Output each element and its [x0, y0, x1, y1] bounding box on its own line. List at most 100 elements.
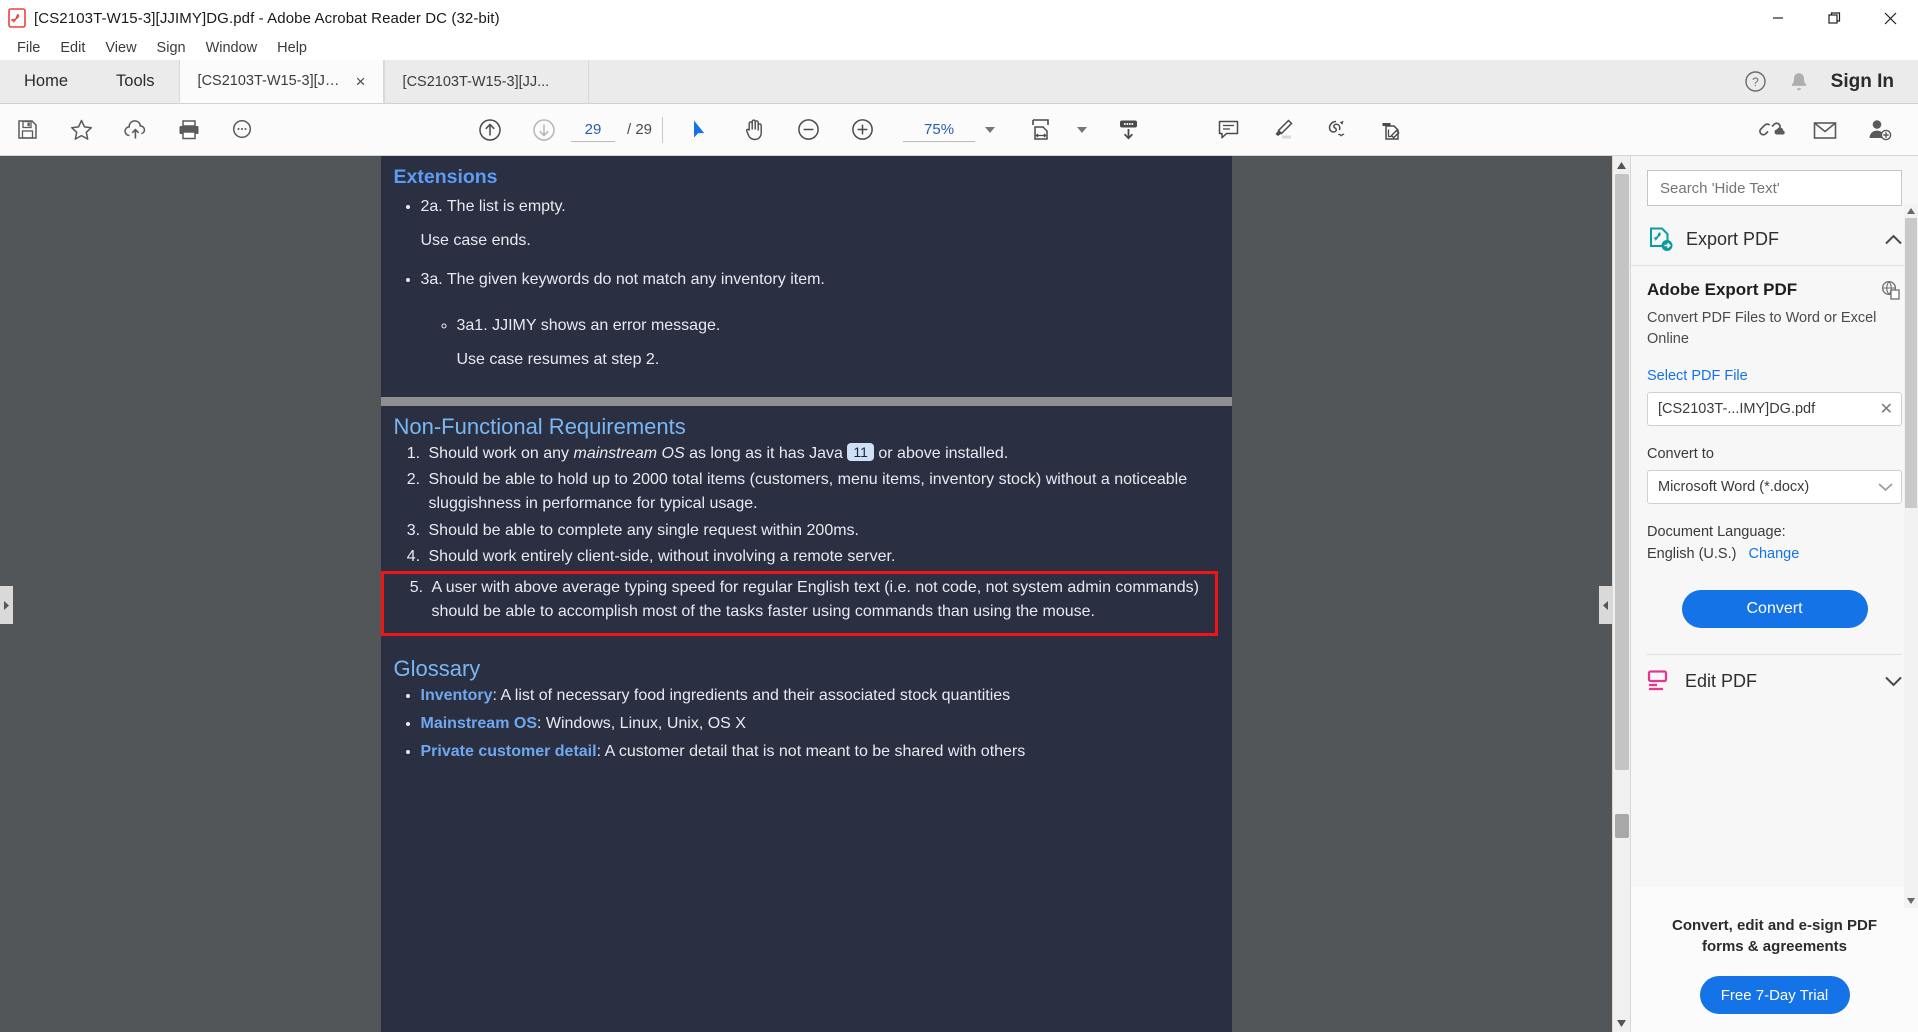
- chevron-down-icon[interactable]: [1885, 676, 1902, 687]
- glossary-definition: : A list of necessary food ingredients a…: [492, 686, 1011, 704]
- save-icon[interactable]: [0, 104, 54, 156]
- list-item: A user with above average typing speed f…: [428, 576, 1215, 625]
- menu-view[interactable]: View: [95, 37, 146, 59]
- notification-bell-icon[interactable]: [1789, 71, 1809, 93]
- chevron-down-icon[interactable]: [1077, 126, 1088, 133]
- select-pdf-file-link[interactable]: Select PDF File: [1647, 368, 1902, 384]
- menu-help[interactable]: Help: [267, 37, 317, 59]
- search-input[interactable]: [1647, 170, 1902, 206]
- highlight-annotation-rectangle[interactable]: A user with above average typing speed f…: [380, 571, 1218, 636]
- tab-tools[interactable]: Tools: [92, 60, 179, 103]
- restore-button[interactable]: [1806, 0, 1862, 36]
- help-icon[interactable]: ?: [1744, 70, 1767, 93]
- email-icon[interactable]: [1798, 104, 1852, 156]
- zoom-out-icon[interactable]: [781, 104, 835, 156]
- glossary-heading: Glossary: [393, 655, 481, 681]
- tab-strip: Home Tools [CS2103T-W15-3][JJ... × [CS21…: [0, 60, 1918, 104]
- menu-sign[interactable]: Sign: [147, 37, 196, 59]
- fit-page-width-icon[interactable]: [1013, 104, 1067, 156]
- sign-pen-icon[interactable]: [1309, 104, 1363, 156]
- sidebar-scroll-down-icon[interactable]: [1904, 894, 1918, 908]
- menu-window[interactable]: Window: [196, 37, 268, 59]
- page-number-input[interactable]: [571, 117, 615, 142]
- hand-pan-icon[interactable]: [727, 104, 781, 156]
- chevron-down-icon[interactable]: [985, 126, 996, 133]
- convert-button[interactable]: Convert: [1681, 590, 1868, 629]
- star-icon[interactable]: [54, 104, 108, 156]
- tab-home[interactable]: Home: [0, 60, 92, 103]
- search-text-icon[interactable]: [216, 104, 270, 156]
- cursor-select-icon[interactable]: [673, 104, 727, 156]
- toolbar-divider: [662, 116, 664, 143]
- toolbar-right-group: [1744, 104, 1918, 156]
- zoom-level-input[interactable]: [903, 117, 976, 142]
- upload-cloud-icon[interactable]: [108, 104, 162, 156]
- sidebar-scrollbar-track[interactable]: [1904, 218, 1918, 894]
- show-right-pane-arrow[interactable]: [1599, 586, 1612, 624]
- close-button[interactable]: [1862, 0, 1918, 36]
- export-pdf-panel-header[interactable]: Export PDF: [1631, 214, 1918, 266]
- toolbar-page-nav-group: / 29: [463, 104, 673, 156]
- menu-file[interactable]: File: [7, 37, 50, 59]
- add-person-icon[interactable]: [1852, 104, 1906, 156]
- free-trial-button[interactable]: Free 7-Day Trial: [1699, 976, 1850, 1014]
- glossary-term: Private customer detail: [420, 743, 597, 761]
- document-tab-label: [CS2103T-W15-3][JJ...: [402, 73, 550, 90]
- nfr-1-mid: as long as it has Java: [684, 444, 848, 462]
- show-left-pane-arrow[interactable]: [0, 586, 13, 624]
- viewer-body: Extensions 2a. The list is empty. Use ca…: [0, 156, 1918, 1032]
- scrollbar-track[interactable]: [1612, 174, 1631, 1014]
- document-viewport[interactable]: Extensions 2a. The list is empty. Use ca…: [0, 156, 1612, 1032]
- document-tab-label: [CS2103T-W15-3][JJ...: [197, 73, 343, 89]
- scroll-down-arrow-icon[interactable]: [1612, 1014, 1631, 1032]
- document-language-label: Document Language:: [1647, 524, 1786, 541]
- minimize-button[interactable]: [1750, 0, 1806, 36]
- share-link-icon[interactable]: [1744, 104, 1798, 156]
- convert-to-select[interactable]: Microsoft Word (*.docx): [1647, 470, 1902, 505]
- sign-in-button[interactable]: Sign In: [1831, 71, 1894, 93]
- document-language-row: English (U.S.) Change: [1647, 546, 1902, 562]
- glossary-term: Mainstream OS: [420, 715, 537, 733]
- sidebar-scrollbar[interactable]: [1904, 204, 1918, 908]
- document-scrollbar[interactable]: [1612, 156, 1631, 1032]
- arrow-up-circle-icon[interactable]: [463, 104, 517, 156]
- document-tab-active[interactable]: [CS2103T-W15-3][JJ... ×: [178, 60, 384, 103]
- scroll-up-arrow-icon[interactable]: [1612, 156, 1631, 174]
- sidebar-scrollbar-thumb[interactable]: [1905, 218, 1917, 508]
- promo-panel: Convert, edit and e-sign PDF forms & agr…: [1631, 886, 1918, 1032]
- copy-web-icon[interactable]: [1880, 280, 1902, 300]
- acrobat-reader-window: [CS2103T-W15-3][JJIMY]DG.pdf - Adobe Acr…: [0, 0, 1918, 1032]
- menu-edit[interactable]: Edit: [50, 37, 95, 59]
- java-version-badge: 11: [847, 442, 874, 461]
- remove-file-icon[interactable]: ✕: [1880, 399, 1893, 419]
- scrollbar-position-marker[interactable]: [1614, 814, 1629, 838]
- glossary-term: Inventory: [420, 686, 493, 704]
- sidebar-search-wrapper: [1631, 156, 1918, 214]
- chevron-up-icon[interactable]: [1885, 234, 1902, 245]
- extensions-list-2: 3a. The given keywords do not match any …: [381, 268, 1232, 339]
- page-scroll-down-icon[interactable]: [1101, 104, 1155, 156]
- scrollbar-thumb[interactable]: [1614, 174, 1629, 770]
- list-item: Private customer detail: A customer deta…: [421, 740, 1232, 764]
- list-item: 2a. The list is empty.: [421, 195, 1232, 219]
- document-tab-secondary[interactable]: [CS2103T-W15-3][JJ...: [383, 60, 589, 103]
- close-icon[interactable]: ×: [353, 71, 369, 92]
- print-icon[interactable]: [162, 104, 216, 156]
- list-item: 3a. The given keywords do not match any …: [421, 268, 1232, 292]
- nfr-list: Should work on any mainstream OS as long…: [381, 442, 1232, 570]
- export-pdf-panel-body: Adobe Export PDF Convert PDF Files to Wo…: [1631, 266, 1918, 656]
- highlighter-icon[interactable]: [1255, 104, 1309, 156]
- comment-icon[interactable]: [1201, 104, 1255, 156]
- chevron-down-icon[interactable]: [1878, 482, 1893, 492]
- edit-pdf-panel-header[interactable]: Edit PDF: [1631, 655, 1918, 706]
- document-language-value: English (U.S.): [1647, 546, 1737, 563]
- sidebar-scroll-up-icon[interactable]: [1904, 204, 1918, 218]
- toolbar-left-group: [0, 104, 270, 156]
- arrow-down-circle-icon[interactable]: [517, 104, 571, 156]
- selected-file-chip[interactable]: [CS2103T-...IMY]DG.pdf ✕: [1647, 392, 1902, 427]
- fill-and-sign-icon[interactable]: [1363, 104, 1417, 156]
- list-item: 3a1. JJIMY shows an error message.: [457, 314, 1232, 338]
- zoom-in-icon[interactable]: [835, 104, 889, 156]
- change-language-link[interactable]: Change: [1748, 546, 1799, 562]
- section-separator: [380, 396, 1232, 406]
